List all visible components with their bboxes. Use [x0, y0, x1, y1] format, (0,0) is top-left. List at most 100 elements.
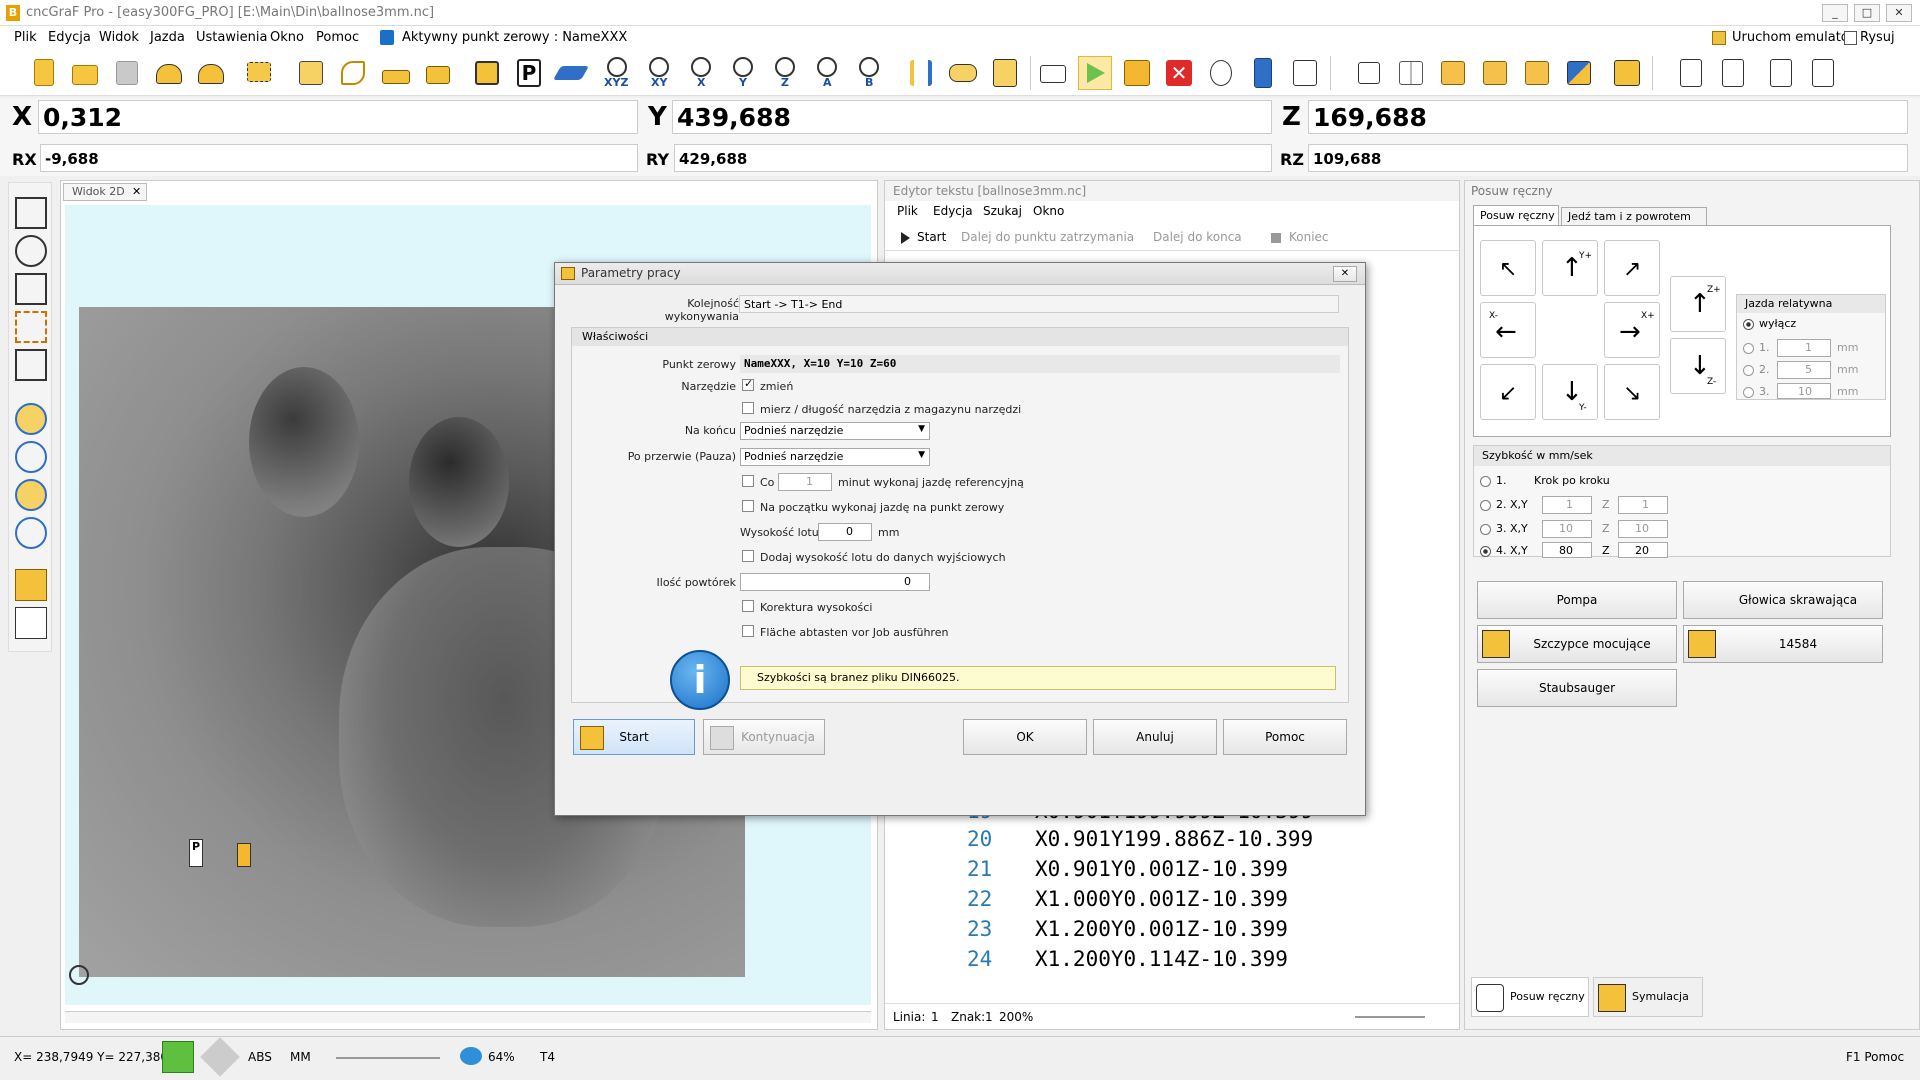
list-button[interactable] [294, 56, 328, 90]
pause-select[interactable]: Podnieś narzędzie ▼ [740, 448, 930, 466]
menu-pomoc[interactable]: Pomoc [316, 30, 359, 45]
radio-step-1[interactable] [1743, 343, 1754, 354]
radio-step-3[interactable] [1743, 387, 1754, 398]
radio-step-2[interactable] [1743, 365, 1754, 376]
step-2-input[interactable]: 5 [1777, 361, 1831, 379]
speed-4-xy-input[interactable]: 80 [1542, 542, 1592, 558]
dialog-start-button[interactable]: Start [573, 719, 695, 755]
chip-button[interactable] [470, 56, 504, 90]
start-button[interactable] [1078, 56, 1112, 90]
tab-manual-jog[interactable]: Posuw ręczny [1473, 205, 1559, 225]
tab-go-and-back[interactable]: Jedź tam i z powrotem [1561, 207, 1707, 225]
jog-xp-yp-button[interactable]: ↗ [1604, 240, 1660, 296]
menu-widok[interactable]: Widok [99, 30, 139, 45]
measure-rect-tool[interactable] [15, 349, 47, 381]
layout-5-button[interactable] [1520, 56, 1554, 90]
radio-speed-1[interactable] [1480, 476, 1491, 487]
tool-path-icon[interactable] [15, 569, 47, 601]
open-file-button[interactable] [68, 56, 102, 90]
home-xyz-button[interactable]: XYZ [600, 56, 634, 90]
view-horizontal-scrollbar[interactable] [65, 1011, 871, 1023]
unit-mode[interactable]: MM [290, 1050, 311, 1064]
continue-button[interactable]: Kontynuacja [703, 719, 825, 755]
editor-menu-edycja[interactable]: Edycja [933, 204, 973, 218]
view-close-icon[interactable]: ✕ [132, 185, 141, 198]
speed-3-z-input[interactable]: 10 [1618, 520, 1668, 538]
home-a-button[interactable]: A [810, 56, 844, 90]
radio-speed-4[interactable] [1480, 546, 1491, 557]
step-1-input[interactable]: 1 [1777, 339, 1831, 357]
pump-button[interactable]: Pompa [1477, 581, 1677, 619]
layout-2-button[interactable] [1394, 56, 1428, 90]
home-x-button[interactable]: X [684, 56, 718, 90]
repeat-input[interactable]: 0 [740, 573, 930, 591]
box-button[interactable] [420, 56, 454, 90]
dialog-close-button[interactable]: ✕ [1333, 266, 1357, 282]
jog-yp-button[interactable]: ↑ Y+ [1542, 240, 1598, 296]
doc-1-button[interactable] [1674, 56, 1708, 90]
tab-manual-bottom[interactable]: Posuw ręczny [1471, 977, 1589, 1017]
select-dropdown-button[interactable] [244, 56, 278, 90]
minimize-button[interactable]: _ [1822, 4, 1848, 22]
3d-view-button[interactable] [1036, 56, 1070, 90]
editor-menu-szukaj[interactable]: Szukaj [983, 204, 1022, 218]
editor-zoom-slider[interactable] [1355, 1016, 1425, 1018]
start-zero-checkbox[interactable] [742, 500, 754, 512]
draw-button[interactable]: Rysuj [1860, 30, 1895, 45]
reference-run-checkbox[interactable] [742, 475, 754, 487]
run-emulator-button[interactable]: Uruchom emulator [1732, 30, 1854, 45]
doc-2-button[interactable] [1716, 56, 1750, 90]
measure-diag-tool[interactable] [15, 273, 47, 305]
doc-4-button[interactable] [1806, 56, 1840, 90]
height-correction-checkbox[interactable] [742, 600, 754, 612]
speed-2-z-input[interactable]: 1 [1618, 496, 1668, 514]
menu-jazda[interactable]: Jazda [150, 30, 185, 45]
snap-icon[interactable] [162, 1041, 194, 1073]
doc-3-button[interactable] [1764, 56, 1798, 90]
jog-xm-ym-button[interactable]: ↙ [1480, 364, 1536, 420]
menu-plik[interactable]: Plik [14, 30, 37, 45]
jog-xp-button[interactable]: → X+ [1604, 302, 1660, 358]
tool-button[interactable] [336, 56, 370, 90]
radio-speed-3[interactable] [1480, 524, 1491, 535]
at-end-select[interactable]: Podnieś narzędzie ▼ [740, 422, 930, 440]
workpiece-button[interactable] [378, 56, 412, 90]
zoom-out-icon[interactable] [15, 441, 47, 473]
spindle-button[interactable]: Głowica skrawająca [1683, 581, 1883, 619]
plane-button[interactable] [552, 56, 590, 90]
stop-button[interactable]: ✕ [1162, 56, 1196, 90]
layout-3-button[interactable] [1436, 56, 1470, 90]
layout-4-button[interactable] [1478, 56, 1512, 90]
maximize-button[interactable]: □ [1854, 4, 1880, 22]
park-position-button[interactable] [1246, 56, 1280, 90]
redo-button[interactable] [194, 56, 228, 90]
editor-start-button[interactable]: Start [917, 230, 946, 244]
order-field[interactable]: Start -> T1-> End [739, 295, 1339, 313]
home-z-button[interactable]: Z [768, 56, 802, 90]
measure-tool-button[interactable] [904, 56, 938, 90]
rpm-button[interactable]: 14584 [1683, 625, 1883, 663]
ok-button[interactable]: OK [963, 719, 1087, 755]
editor-end-button[interactable]: Koniec [1289, 230, 1329, 244]
jog-ym-button[interactable]: ↓ Y- [1542, 364, 1598, 420]
editor-to-end-button[interactable]: Dalej do konca [1153, 230, 1242, 244]
tool-change-checkbox[interactable]: ✓ [742, 377, 754, 391]
menu-okno[interactable]: Okno [270, 30, 304, 45]
jog-zp-button[interactable]: ↑ Z+ [1670, 276, 1726, 332]
z-measure-button[interactable] [988, 56, 1022, 90]
help-button[interactable]: Pomoc [1223, 719, 1347, 755]
jog-xm-button[interactable]: ← X- [1480, 302, 1536, 358]
close-window-button[interactable]: ✕ [1886, 4, 1912, 22]
zero-point-button[interactable] [1204, 56, 1238, 90]
new-file-button[interactable] [26, 56, 60, 90]
program-list-icon[interactable] [15, 607, 47, 639]
zoom-slider[interactable] [336, 1057, 440, 1059]
vacuum-button[interactable]: Staubsauger [1477, 669, 1677, 707]
measure-angle-tool[interactable] [15, 311, 47, 343]
jog-zm-button[interactable]: ↓ Z- [1670, 338, 1726, 394]
menu-edycja[interactable]: Edycja [48, 30, 91, 45]
speed-3-xy-input[interactable]: 10 [1542, 520, 1592, 538]
scan-surface-checkbox[interactable] [742, 625, 754, 637]
zoom-window-icon[interactable] [15, 517, 47, 549]
abs-mode[interactable]: ABS [248, 1050, 272, 1064]
